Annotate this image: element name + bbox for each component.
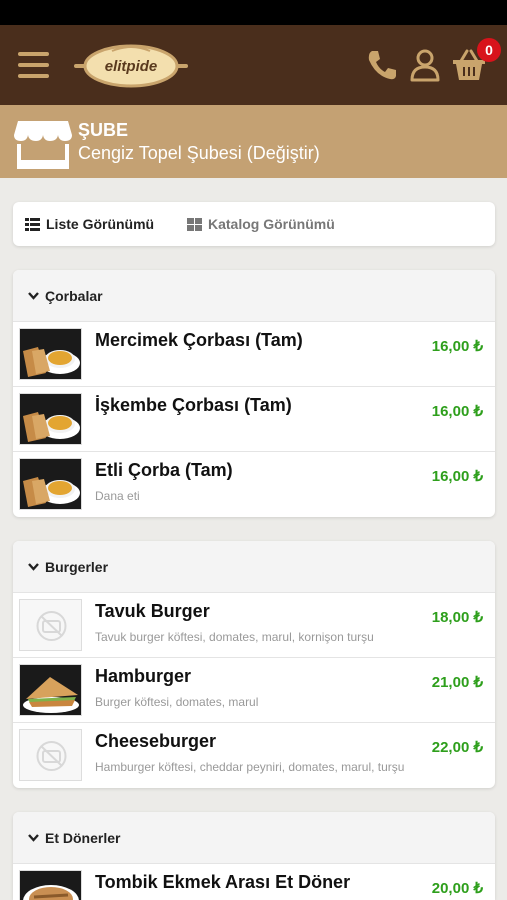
list-view-tab[interactable]: Liste Görünümü — [25, 216, 154, 232]
menu-icon[interactable] — [18, 52, 49, 78]
user-icon[interactable] — [407, 47, 443, 83]
item-image — [19, 664, 82, 716]
item-price: 18,00 ₺ — [431, 609, 483, 626]
item-name: Cheeseburger — [95, 731, 217, 751]
item-price: 20,00 ₺ — [431, 880, 483, 897]
top-app-bar: elitpide 0 — [0, 25, 507, 105]
no-image-icon — [19, 729, 82, 781]
chevron-down-icon — [28, 562, 39, 571]
item-image — [19, 870, 82, 900]
item-name: Etli Çorba (Tam) — [95, 460, 233, 480]
store-icon — [14, 121, 72, 169]
menu-item[interactable]: Hamburger Burger köftesi, domates, marul… — [13, 658, 495, 723]
item-image — [19, 393, 82, 445]
branch-title: ŞUBE — [78, 120, 129, 140]
category-section: Et Dönerler Tombik Ekmek Arası Et Döner … — [13, 812, 495, 900]
item-name: Tavuk Burger — [95, 601, 210, 621]
item-price: 16,00 ₺ — [431, 468, 483, 485]
menu-item[interactable]: İşkembe Çorbası (Tam) 16,00 ₺ — [13, 387, 495, 452]
item-description: Hamburger köftesi, cheddar peyniri, doma… — [95, 760, 405, 774]
view-toggle: Liste Görünümü Katalog Görünümü — [13, 202, 495, 246]
list-icon — [25, 217, 40, 231]
category-header[interactable]: Burgerler — [13, 541, 495, 593]
catalog-view-tab[interactable]: Katalog Görünümü — [187, 216, 335, 232]
item-price: 22,00 ₺ — [431, 739, 483, 756]
item-name: Mercimek Çorbası (Tam) — [95, 330, 303, 350]
item-description: Burger köftesi, domates, marul — [95, 695, 259, 709]
category-section: Çorbalar Mercimek Çorbası (Tam) 16,00 ₺ … — [13, 270, 495, 517]
item-description: Dana eti — [95, 489, 140, 503]
branch-change-link[interactable]: Cengiz Topel Şubesi (Değiştir) — [78, 143, 320, 164]
chevron-down-icon — [28, 833, 39, 842]
phone-icon[interactable] — [364, 47, 400, 83]
menu-item[interactable]: Cheeseburger Hamburger köftesi, cheddar … — [13, 723, 495, 788]
list-view-label: Liste Görünümü — [46, 216, 155, 232]
menu-item[interactable]: Etli Çorba (Tam) Dana eti 16,00 ₺ — [13, 452, 495, 517]
logo[interactable]: elitpide — [72, 39, 190, 91]
item-name: Hamburger — [95, 666, 192, 686]
branch-bar[interactable] — [0, 105, 507, 178]
category-title: Et Dönerler — [45, 829, 121, 846]
item-price: 21,00 ₺ — [431, 674, 483, 691]
status-bar — [0, 0, 507, 25]
category-header[interactable]: Çorbalar — [13, 270, 495, 322]
category-header[interactable]: Et Dönerler — [13, 812, 495, 864]
cart-count-badge: 0 — [477, 38, 501, 62]
category-section: Burgerler Tavuk Burger Tavuk burger köft… — [13, 541, 495, 788]
item-name: İşkembe Çorbası (Tam) — [95, 395, 292, 415]
item-description: Tavuk burger köftesi, domates, marul, ko… — [95, 630, 374, 644]
menu-item[interactable]: Tavuk Burger Tavuk burger köftesi, domat… — [13, 593, 495, 658]
item-image — [19, 328, 82, 380]
item-name: Tombik Ekmek Arası Et Döner — [95, 872, 351, 892]
category-title: Burgerler — [45, 558, 109, 575]
chevron-down-icon — [28, 291, 39, 300]
item-price: 16,00 ₺ — [431, 403, 483, 420]
no-image-icon — [19, 599, 82, 651]
item-price: 16,00 ₺ — [431, 338, 483, 355]
category-title: Çorbalar — [45, 287, 103, 304]
catalog-view-label: Katalog Görünümü — [208, 216, 335, 232]
menu-item[interactable]: Tombik Ekmek Arası Et Döner 20,00 ₺ — [13, 864, 495, 900]
grid-icon — [187, 217, 202, 231]
item-image — [19, 458, 82, 510]
menu-item[interactable]: Mercimek Çorbası (Tam) 16,00 ₺ — [13, 322, 495, 387]
logo-text: elitpide — [105, 58, 158, 75]
